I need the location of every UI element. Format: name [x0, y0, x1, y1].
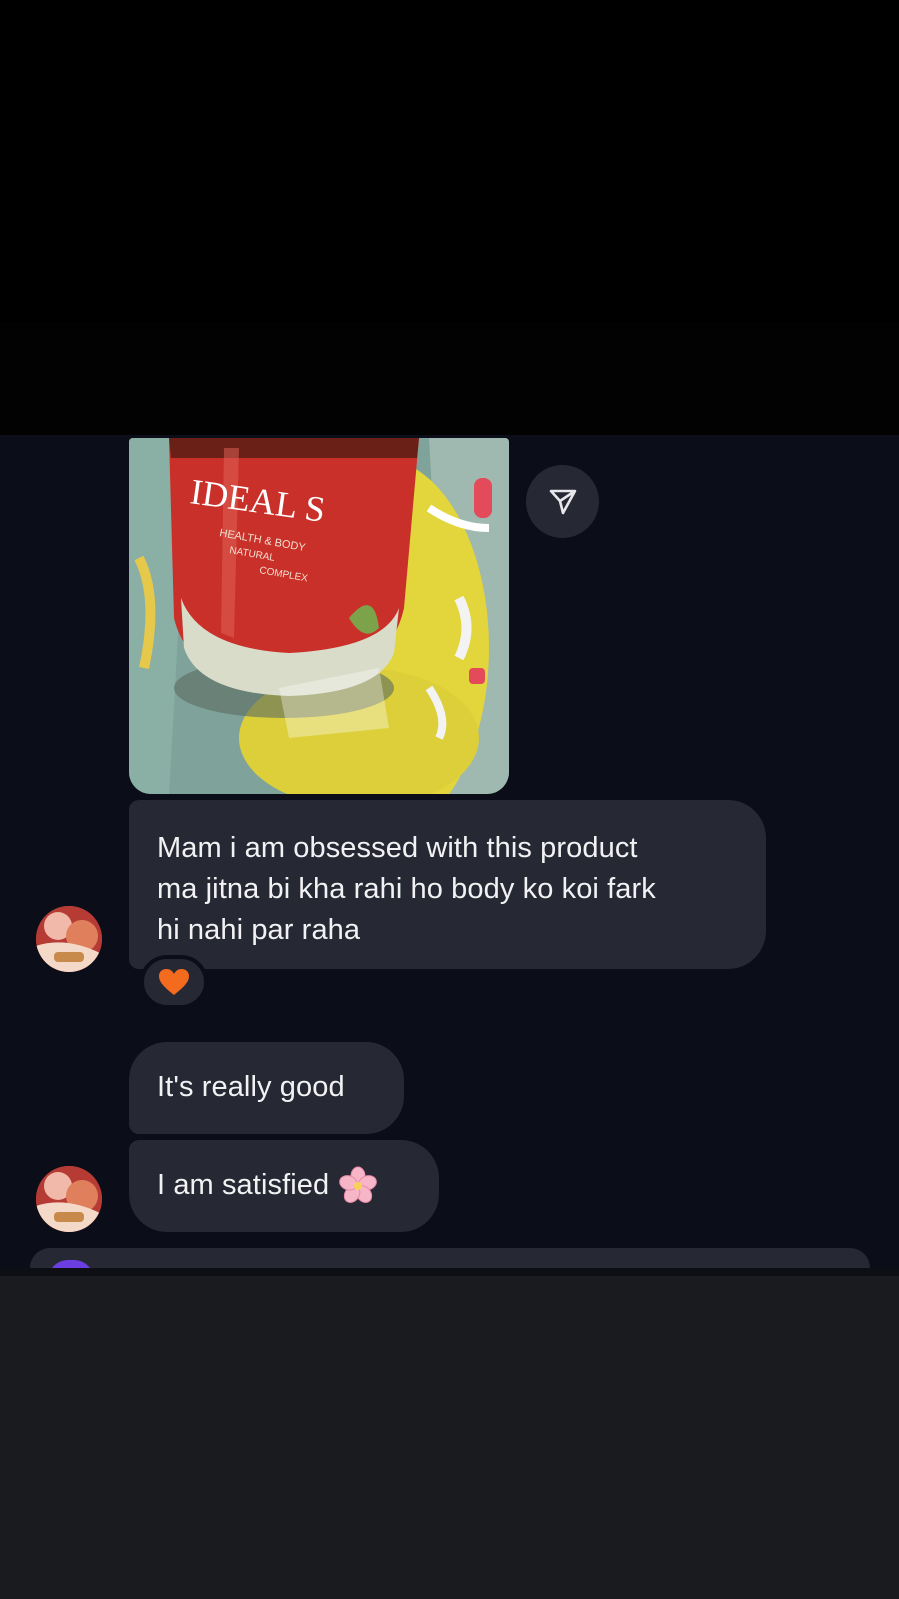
message-bubble[interactable]: I am satisfied — [129, 1140, 439, 1232]
top-black-area — [0, 0, 899, 435]
avatar-image — [36, 906, 102, 972]
bottom-edge — [0, 1268, 899, 1276]
product-photo: IDEAL S HEALTH & BODY NATURAL COMPLEX — [129, 438, 509, 794]
message-bubble[interactable]: Mam i am obsessed with this product ma j… — [129, 800, 766, 969]
avatar[interactable] — [36, 906, 102, 972]
avatar[interactable] — [36, 1166, 102, 1232]
product-photo-message[interactable]: IDEAL S HEALTH & BODY NATURAL COMPLEX — [129, 438, 509, 794]
message-line: Mam i am obsessed with this product — [157, 832, 638, 864]
avatar-image — [36, 1166, 102, 1232]
message-text: It's really good — [157, 1071, 345, 1103]
send-icon — [549, 489, 576, 514]
cherry-blossom-icon — [339, 1166, 378, 1203]
message-line: hi nahi par raha — [157, 914, 361, 946]
message-bubble[interactable]: It's really good — [129, 1042, 404, 1134]
message-line: ma jitna bi kha rahi ho body ko koi fark — [157, 873, 656, 905]
orange-heart-icon — [159, 969, 189, 995]
share-button[interactable] — [526, 465, 599, 538]
top-dark-band — [0, 322, 899, 435]
reaction-badge[interactable] — [140, 955, 208, 1009]
bottom-area — [0, 1268, 899, 1599]
message-text: I am satisfied — [157, 1169, 330, 1201]
